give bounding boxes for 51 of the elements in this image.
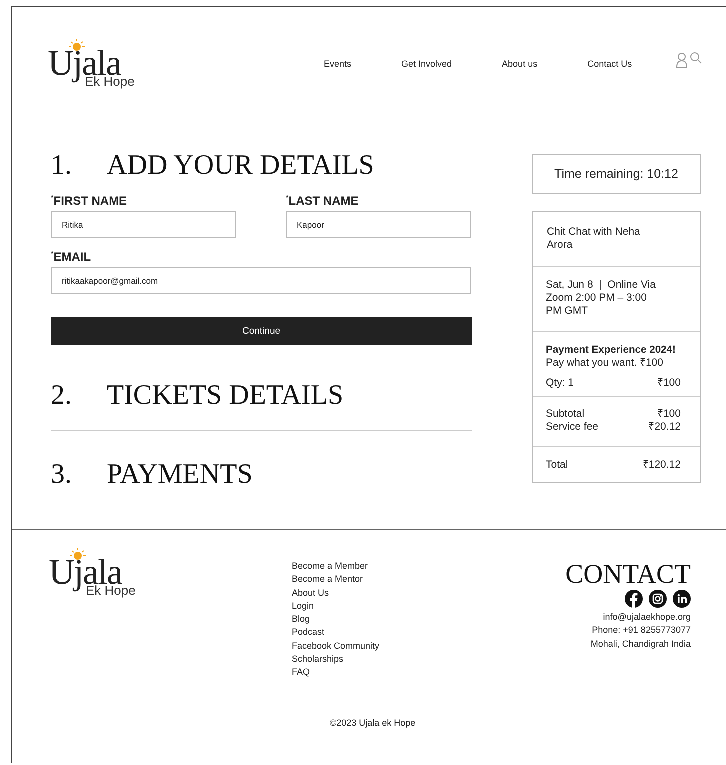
contact-info: Phone: +91 8255773077: [592, 624, 691, 638]
footer-link[interactable]: Facebook Community: [292, 640, 380, 654]
section-heading: ADD YOUR DETAILS: [107, 150, 374, 182]
user-icon[interactable]: [676, 52, 688, 68]
charge-label: Service fee: [546, 421, 599, 434]
linkedin-icon[interactable]: [673, 590, 691, 608]
field-label: $^{*}$EMAIL: [51, 249, 92, 264]
copyright: ©2023 Ujala ek Hope: [330, 718, 416, 728]
ticket-name: Payment Experience 2024!: [546, 344, 677, 357]
field-label: $^{*}$FIRST NAME: [51, 193, 128, 208]
footer-link[interactable]: About Us: [292, 586, 380, 600]
input-field[interactable]: ritikaakapoor@gmail.com: [51, 267, 471, 294]
input-field[interactable]: Ritika: [51, 211, 236, 238]
charge-amount: ₹20.12: [648, 421, 681, 434]
continue-button[interactable]: Continue: [51, 317, 472, 345]
contact-heading: CONTACT: [566, 561, 691, 587]
charge-label: Subtotal: [546, 408, 585, 421]
ticket-amount: ₹100: [657, 377, 681, 390]
section-number: 3.: [51, 459, 73, 491]
section-heading: TICKETS DETAILS: [107, 380, 344, 412]
nav-link[interactable]: Get Involved: [402, 58, 452, 68]
input-field[interactable]: Kapoor: [286, 211, 471, 238]
event-details: Sat, Jun 8 | Online Via Zoom 2:00 PM – 3:00 PM GMT: [546, 279, 657, 318]
footer-link[interactable]: Podcast: [292, 626, 380, 640]
field-label: $^{*}$LAST NAME: [286, 193, 360, 208]
timer-box: Time remaining: 10:12: [532, 154, 701, 194]
nav-link[interactable]: Events: [324, 58, 352, 68]
event-title: Chit Chat with Neha Arora: [547, 226, 642, 252]
nav-link[interactable]: Contact Us: [588, 58, 632, 68]
contact-info: info@ujalaekhope.org: [603, 611, 691, 624]
facebook-icon[interactable]: [625, 590, 643, 608]
total-amount: ₹120.12: [642, 459, 681, 472]
sun-icon: [70, 548, 86, 560]
footer-link[interactable]: Become a Member: [292, 560, 380, 574]
instagram-icon[interactable]: [649, 590, 667, 608]
section-heading: PAYMENTS: [107, 459, 253, 491]
nav-link[interactable]: About us: [502, 58, 538, 68]
footer-link[interactable]: Scholarships: [292, 653, 380, 666]
section-number: 2.: [51, 380, 73, 412]
footer-link[interactable]: Blog: [292, 613, 380, 626]
sun-icon: [69, 38, 85, 50]
footer-link[interactable]: FAQ: [292, 666, 380, 680]
search-icon[interactable]: [690, 52, 702, 64]
ticket-price: Pay what you want. ₹100: [546, 357, 664, 370]
total-label: Total: [546, 459, 568, 472]
footer-link[interactable]: Login: [292, 600, 380, 614]
contact-info: Mohali, Chandigrah India: [590, 638, 691, 651]
ticket-quantity: Qty: 1: [546, 377, 574, 390]
footer-link[interactable]: Become a Mentor: [292, 573, 380, 587]
section-number: 1.: [51, 150, 73, 182]
charge-amount: ₹100: [657, 408, 681, 421]
